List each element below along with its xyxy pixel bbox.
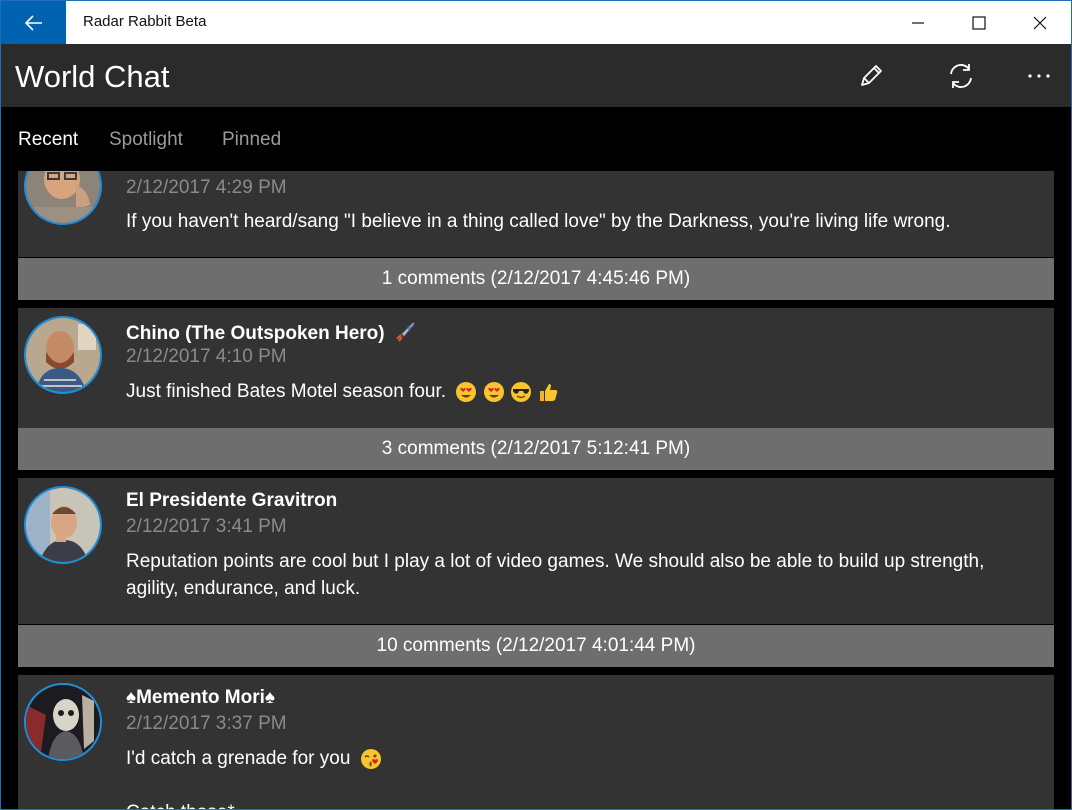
rocket-emoji [396, 322, 415, 342]
heart-eyes-emoji [456, 381, 477, 402]
avatar[interactable] [24, 486, 102, 564]
refresh-button[interactable] [939, 54, 983, 98]
comments-link[interactable]: 10 comments (2/12/2017 4:01:44 PM) [18, 625, 1054, 667]
app-window: Radar Rabbit Beta World Chat Recent Spot… [0, 0, 1072, 810]
pencil-icon [861, 65, 882, 86]
heart-eyes-emoji [483, 381, 504, 402]
avatar-photo [26, 488, 100, 562]
maximize-icon [971, 15, 986, 30]
avatar-photo [26, 685, 100, 759]
tab-spotlight[interactable]: Spotlight [109, 129, 183, 151]
chat-feed[interactable]: 2/12/2017 4:29 PM If you haven't heard/s… [18, 171, 1054, 809]
minimize-icon [911, 21, 924, 24]
page-title: World Chat [15, 59, 170, 94]
back-button[interactable] [1, 1, 66, 44]
post-message-row: Just finished Bates Motel season four. [126, 378, 1041, 405]
maximize-button[interactable] [948, 1, 1009, 44]
post-card[interactable]: Chino (The Outspoken Hero) 2/12/2017 4:1… [18, 308, 1054, 429]
post-message-row: I'd catch a grenade for you [126, 745, 1041, 772]
back-arrow-icon [24, 14, 42, 31]
avatar-photo [26, 318, 100, 392]
avatar[interactable] [24, 171, 102, 225]
close-icon [1033, 16, 1046, 29]
tab-recent[interactable]: Recent [18, 129, 78, 151]
title-bar: Radar Rabbit Beta [1, 1, 1071, 44]
post-time: 2/12/2017 3:37 PM [126, 713, 287, 734]
post-author: ♠Memento Mori♠ [126, 687, 275, 708]
refresh-icon [950, 64, 972, 88]
post-time: 2/12/2017 4:29 PM [126, 177, 287, 198]
tab-bar: Recent Spotlight Pinned [1, 107, 1071, 171]
post-message: Reputation points are cool but I play a … [126, 551, 985, 599]
comments-link[interactable]: 3 comments (2/12/2017 5:12:41 PM) [18, 428, 1054, 470]
app-title: Radar Rabbit Beta [83, 13, 207, 30]
more-icon [1028, 74, 1050, 78]
sunglasses-emoji [510, 381, 531, 402]
post-message: Just finished Bates Motel season four. [126, 381, 447, 402]
post-card[interactable]: El Presidente Gravitron 2/12/2017 3:41 P… [18, 478, 1054, 624]
post-time: 2/12/2017 4:10 PM [126, 346, 287, 367]
post-message-2: Catch those* [126, 799, 1041, 809]
close-button[interactable] [1009, 1, 1070, 44]
post-author: El Presidente Gravitron [126, 490, 338, 511]
avatar[interactable] [24, 316, 102, 394]
author-name: Chino (The Outspoken Hero) [126, 323, 385, 344]
minimize-button[interactable] [887, 1, 948, 44]
post-message: If you haven't heard/sang "I believe in … [126, 211, 951, 232]
kiss-wink-emoji [360, 748, 381, 769]
more-options-button[interactable] [1017, 54, 1061, 98]
comments-link[interactable]: 1 comments (2/12/2017 4:45:46 PM) [18, 258, 1054, 300]
thumbs-up-emoji [540, 383, 558, 401]
avatar-photo [26, 171, 100, 223]
compose-button[interactable] [849, 54, 893, 98]
avatar[interactable] [24, 683, 102, 761]
post-time: 2/12/2017 3:41 PM [126, 516, 287, 537]
post-author: Chino (The Outspoken Hero) [126, 320, 416, 345]
post-message: I'd catch a grenade for you [126, 748, 351, 769]
app-header: World Chat [1, 44, 1071, 107]
post-card[interactable]: ♠Memento Mori♠ 2/12/2017 3:37 PM I'd cat… [18, 675, 1054, 809]
post-card[interactable]: 2/12/2017 4:29 PM If you haven't heard/s… [18, 171, 1054, 257]
tab-pinned[interactable]: Pinned [222, 129, 281, 151]
